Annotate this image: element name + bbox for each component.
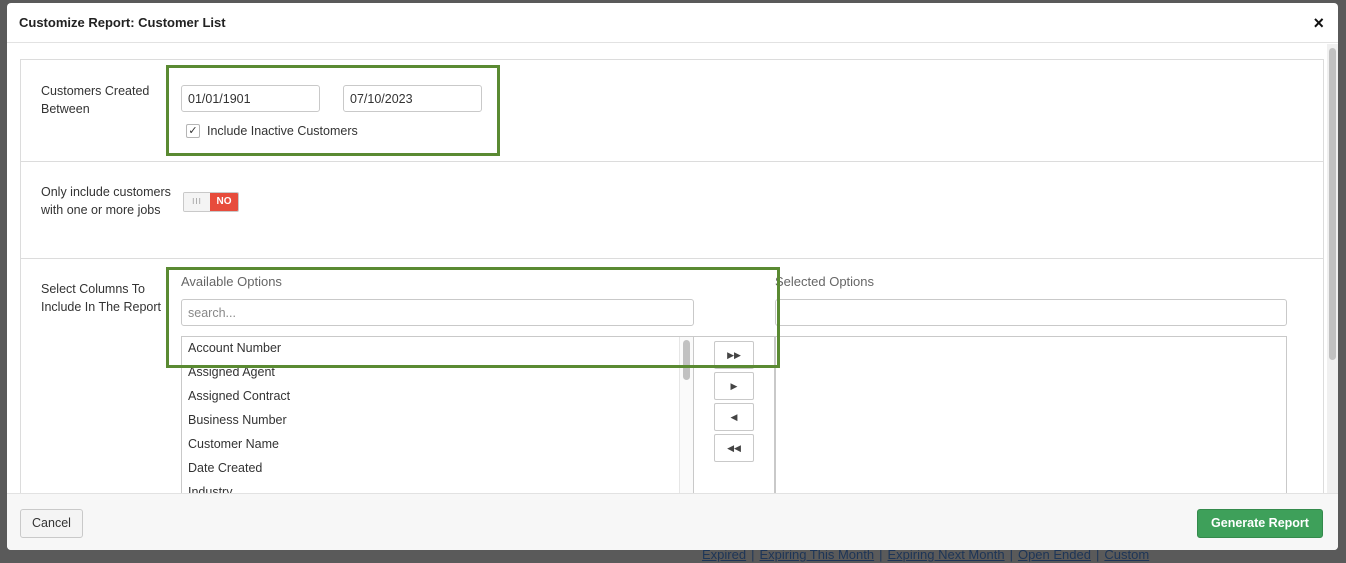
selected-options-title: Selected Options (775, 274, 875, 289)
start-date-input[interactable] (181, 85, 320, 112)
dialog-header: Customize Report: Customer List × (7, 3, 1338, 43)
cancel-button[interactable]: Cancel (20, 509, 83, 538)
close-icon[interactable]: × (1313, 13, 1324, 33)
column-selection-label: Select Columns To Include In The Report (41, 282, 161, 314)
dialog-title: Customize Report: Customer List (19, 15, 226, 30)
include-inactive-checkbox[interactable]: ✓ (186, 124, 200, 138)
date-range-row: Customers Created Between ✓ Include Inac… (21, 60, 1323, 162)
dialog-scrollbar-thumb[interactable] (1329, 48, 1336, 360)
add-all-button[interactable]: ▶▶ (714, 341, 754, 369)
selected-options-list[interactable] (775, 336, 1287, 493)
toggle-handle: III (184, 193, 210, 211)
available-options-title: Available Options (181, 274, 282, 289)
list-item[interactable]: Customer Name (182, 433, 693, 457)
list-item[interactable]: Account Number (182, 337, 693, 361)
available-list-scroll-track[interactable] (679, 337, 693, 493)
list-item[interactable]: Date Created (182, 457, 693, 481)
dialog-footer: Cancel Generate Report (7, 493, 1338, 550)
add-selected-button[interactable]: ▶ (714, 372, 754, 400)
column-selection-row: Select Columns To Include In The Report … (21, 259, 1323, 493)
available-options-list[interactable]: Account Number Assigned Agent Assigned C… (181, 336, 694, 493)
selected-options-search-input[interactable] (775, 299, 1287, 326)
report-options-form: Customers Created Between ✓ Include Inac… (20, 59, 1324, 493)
generate-report-button[interactable]: Generate Report (1197, 509, 1323, 538)
customize-report-dialog: Customize Report: Customer List × Custom… (7, 3, 1338, 550)
toggle-state-no: NO (210, 193, 238, 211)
remove-all-button[interactable]: ◀◀ (714, 434, 754, 462)
available-list-scrollbar[interactable] (683, 340, 690, 380)
include-inactive-label: Include Inactive Customers (207, 124, 358, 138)
jobs-filter-label: Only include customers with one or more … (41, 185, 171, 217)
date-range-label: Customers Created Between (41, 84, 150, 116)
list-item[interactable]: Business Number (182, 409, 693, 433)
list-item[interactable]: Assigned Contract (182, 385, 693, 409)
jobs-filter-row: Only include customers with one or more … (21, 162, 1323, 259)
list-item[interactable]: Industry (182, 481, 693, 493)
list-item[interactable]: Assigned Agent (182, 361, 693, 385)
dialog-body: Customers Created Between ✓ Include Inac… (7, 44, 1338, 493)
remove-selected-button[interactable]: ◀ (714, 403, 754, 431)
jobs-filter-toggle[interactable]: III NO (183, 192, 239, 212)
end-date-input[interactable] (343, 85, 482, 112)
available-options-search-input[interactable] (181, 299, 694, 326)
dialog-scrollbar[interactable] (1327, 44, 1338, 493)
